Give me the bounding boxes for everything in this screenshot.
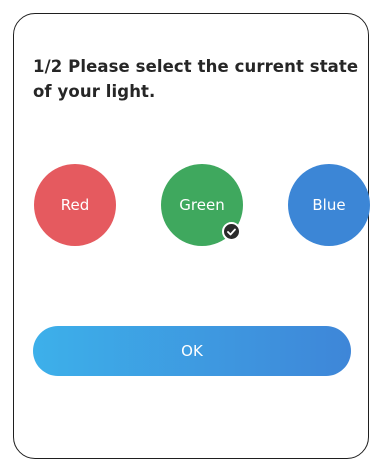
checkmark-icon bbox=[222, 222, 241, 241]
color-option-label: Blue bbox=[312, 196, 346, 214]
color-option-blue[interactable]: Blue bbox=[288, 164, 370, 246]
color-option-label: Green bbox=[179, 196, 225, 214]
ok-button[interactable]: OK bbox=[33, 326, 351, 376]
question-text: 1/2 Please select the current state of y… bbox=[33, 57, 359, 101]
ok-button-label: OK bbox=[181, 342, 203, 360]
color-option-label: Red bbox=[60, 196, 90, 214]
color-option-red[interactable]: Red bbox=[34, 164, 116, 246]
light-state-dialog: 1/2 Please select the current state of y… bbox=[13, 13, 370, 459]
